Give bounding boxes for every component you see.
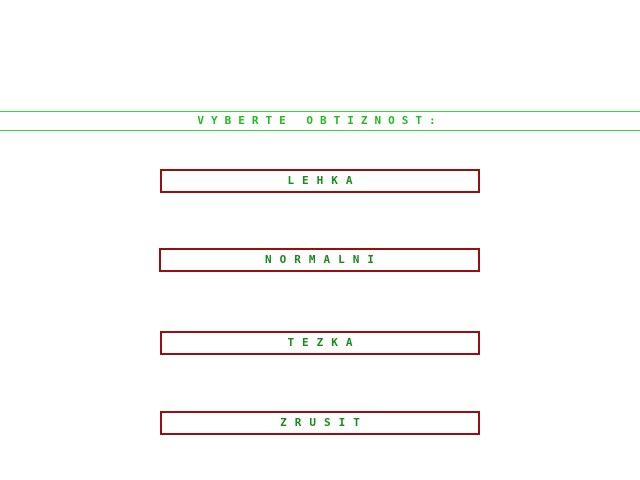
difficulty-title: Vyberte obtiznost: (197, 114, 443, 127)
easy-button[interactable]: Lehka (160, 169, 480, 193)
cancel-button-label: Zrusit (280, 416, 368, 429)
hard-button[interactable]: Tezka (160, 331, 480, 355)
easy-button-label: Lehka (287, 174, 361, 187)
hard-button-label: Tezka (287, 336, 361, 349)
cancel-button[interactable]: Zrusit (160, 411, 480, 435)
normal-button[interactable]: Normalni (159, 248, 480, 272)
normal-button-label: Normalni (265, 253, 382, 266)
title-bottom-rule (0, 130, 640, 131)
